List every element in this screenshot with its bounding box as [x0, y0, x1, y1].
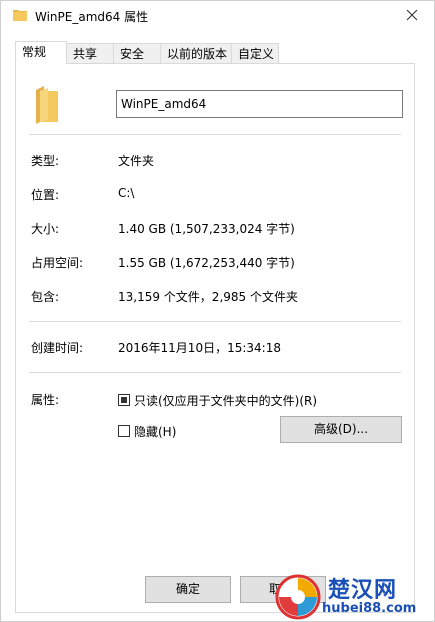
hidden-checkbox[interactable]	[118, 425, 130, 437]
tab-security[interactable]: 安全	[113, 43, 161, 63]
separator	[29, 372, 401, 373]
size-on-disk-label: 占用空间:	[31, 256, 84, 270]
folder-large-icon	[34, 86, 60, 127]
close-button[interactable]	[397, 2, 427, 28]
type-label: 类型:	[31, 154, 60, 168]
advanced-button[interactable]: 高级(D)...	[280, 416, 402, 443]
watermark-text: 楚汉网	[328, 578, 398, 603]
size-label: 大小:	[31, 222, 60, 236]
readonly-checkbox[interactable]	[118, 394, 130, 406]
location-label: 位置:	[31, 188, 60, 202]
separator	[29, 321, 401, 322]
readonly-label[interactable]: 只读(仅应用于文件夹中的文件)(R)	[134, 392, 317, 409]
created-label: 创建时间:	[31, 341, 84, 355]
type-value: 文件夹	[118, 154, 155, 168]
general-panel	[15, 63, 415, 613]
size-value: 1.40 GB (1,507,233,024 字节)	[118, 222, 295, 236]
created-value: 2016年11月10日，15:34:18	[118, 341, 281, 355]
window-title: WinPE_amd64 属性	[35, 10, 149, 24]
attributes-label: 属性:	[31, 393, 60, 407]
hidden-label[interactable]: 隐藏(H)	[134, 423, 176, 440]
separator	[29, 134, 401, 135]
close-icon	[406, 9, 418, 21]
location-value: C:\	[118, 186, 135, 200]
folder-icon	[13, 9, 27, 21]
watermark-emblem-icon	[275, 574, 321, 620]
tab-previous-versions[interactable]: 以前的版本	[160, 43, 232, 63]
title-bar[interactable]: WinPE_amd64 属性	[0, 0, 435, 32]
contains-label: 包含:	[31, 290, 60, 304]
contains-value: 13,159 个文件，2,985 个文件夹	[118, 290, 298, 304]
tab-sharing[interactable]: 共享	[66, 43, 114, 63]
watermark-url: hubei88.com	[322, 601, 417, 616]
tab-customize[interactable]: 自定义	[231, 43, 279, 63]
watermark-logo: 楚汉网 hubei88.com	[272, 572, 435, 622]
folder-name-input[interactable]	[116, 90, 403, 118]
size-on-disk-value: 1.55 GB (1,672,253,440 字节)	[118, 256, 295, 270]
tab-general[interactable]: 常规	[15, 41, 67, 64]
ok-button[interactable]: 确定	[145, 576, 231, 603]
